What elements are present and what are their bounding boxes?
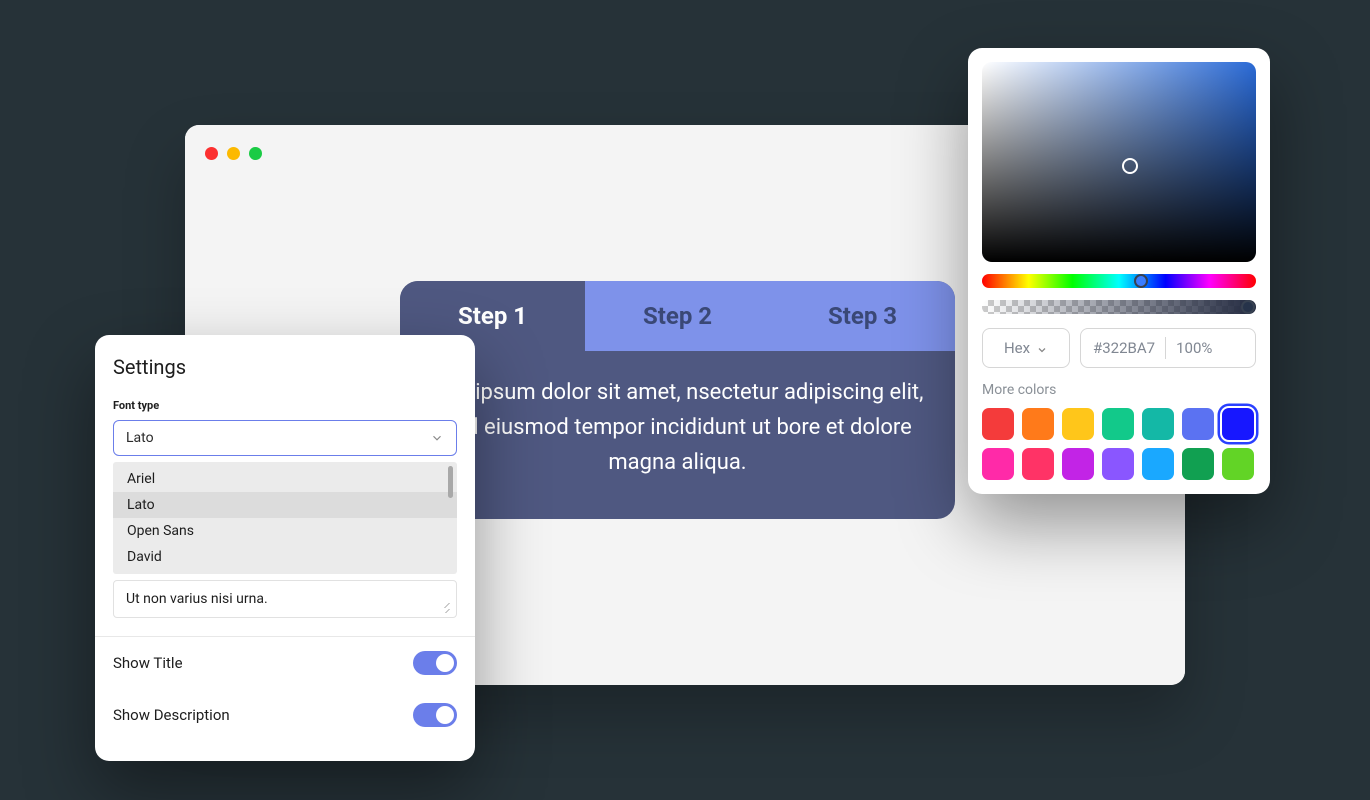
color-swatch[interactable] <box>1062 448 1094 480</box>
hex-input[interactable]: #322BA7 100% <box>1080 328 1256 368</box>
toggle-label: Show Description <box>113 706 230 724</box>
toggle-row-show-description: Show Description <box>95 689 475 741</box>
textarea-value: Ut non varius nisi urna. <box>126 591 268 607</box>
tab-step-3[interactable]: Step 3 <box>770 281 955 351</box>
stepper-card: Step 1 Step 2 Step 3 rem ipsum dolor sit… <box>400 281 955 519</box>
color-swatch[interactable] <box>1142 448 1174 480</box>
font-option[interactable]: Lato <box>113 492 457 518</box>
color-swatch[interactable] <box>1022 408 1054 440</box>
close-icon[interactable] <box>205 147 218 160</box>
color-swatch[interactable] <box>1222 408 1254 440</box>
more-colors-label: More colors <box>982 382 1256 398</box>
color-swatch[interactable] <box>982 448 1014 480</box>
maximize-icon[interactable] <box>249 147 262 160</box>
show-title-toggle[interactable] <box>413 651 457 675</box>
font-type-label: Font type <box>113 399 457 412</box>
font-option[interactable]: Ariel <box>113 466 457 492</box>
color-swatch[interactable] <box>1062 408 1094 440</box>
color-swatch[interactable] <box>1182 408 1214 440</box>
color-swatch[interactable] <box>1022 448 1054 480</box>
toggle-label: Show Title <box>113 654 183 672</box>
step-tabs: Step 1 Step 2 Step 3 <box>400 281 955 351</box>
step-label: Step 3 <box>828 302 897 330</box>
opacity-value: 100% <box>1176 339 1212 357</box>
hex-value: #322BA7 <box>1093 339 1155 357</box>
font-option[interactable]: David <box>113 544 457 570</box>
chevron-down-icon <box>430 431 444 445</box>
font-option[interactable]: Open Sans <box>113 518 457 544</box>
font-select-value: Lato <box>126 430 154 446</box>
color-swatch[interactable] <box>982 408 1014 440</box>
saturation-value-panel[interactable] <box>982 62 1256 262</box>
alpha-slider[interactable] <box>982 300 1256 314</box>
chevron-down-icon <box>1036 342 1048 354</box>
color-format-select[interactable]: Hex <box>982 328 1070 368</box>
divider <box>1165 337 1166 359</box>
step-label: Step 1 <box>458 302 527 330</box>
alpha-handle-icon[interactable] <box>1241 300 1255 314</box>
swatch-grid <box>982 408 1256 480</box>
stepper-body-text: rem ipsum dolor sit amet, nsectetur adip… <box>400 351 955 519</box>
font-section: Font type Lato Ariel Lato Open Sans Davi… <box>95 391 475 637</box>
color-swatch[interactable] <box>1142 408 1174 440</box>
show-description-toggle[interactable] <box>413 703 457 727</box>
step-label: Step 2 <box>643 302 712 330</box>
color-swatch[interactable] <box>1182 448 1214 480</box>
color-swatch[interactable] <box>1102 448 1134 480</box>
settings-panel: Settings Font type Lato Ariel Lato Open … <box>95 335 475 761</box>
hue-handle-icon[interactable] <box>1134 274 1148 288</box>
color-inputs-row: Hex #322BA7 100% <box>982 328 1256 368</box>
tab-step-2[interactable]: Step 2 <box>585 281 770 351</box>
font-dropdown-list[interactable]: Ariel Lato Open Sans David <box>113 462 457 574</box>
scrollbar-thumb[interactable] <box>448 466 453 498</box>
color-picker: Hex #322BA7 100% More colors <box>968 48 1270 494</box>
hue-slider[interactable] <box>982 274 1256 288</box>
settings-title: Settings <box>95 355 475 391</box>
font-select[interactable]: Lato <box>113 420 457 456</box>
toggle-row-show-title: Show Title <box>95 637 475 689</box>
color-swatch[interactable] <box>1102 408 1134 440</box>
format-label: Hex <box>1004 339 1030 357</box>
minimize-icon[interactable] <box>227 147 240 160</box>
sv-handle-icon[interactable] <box>1122 158 1138 174</box>
description-textarea[interactable]: Ut non varius nisi urna. <box>113 580 457 618</box>
color-swatch[interactable] <box>1222 448 1254 480</box>
